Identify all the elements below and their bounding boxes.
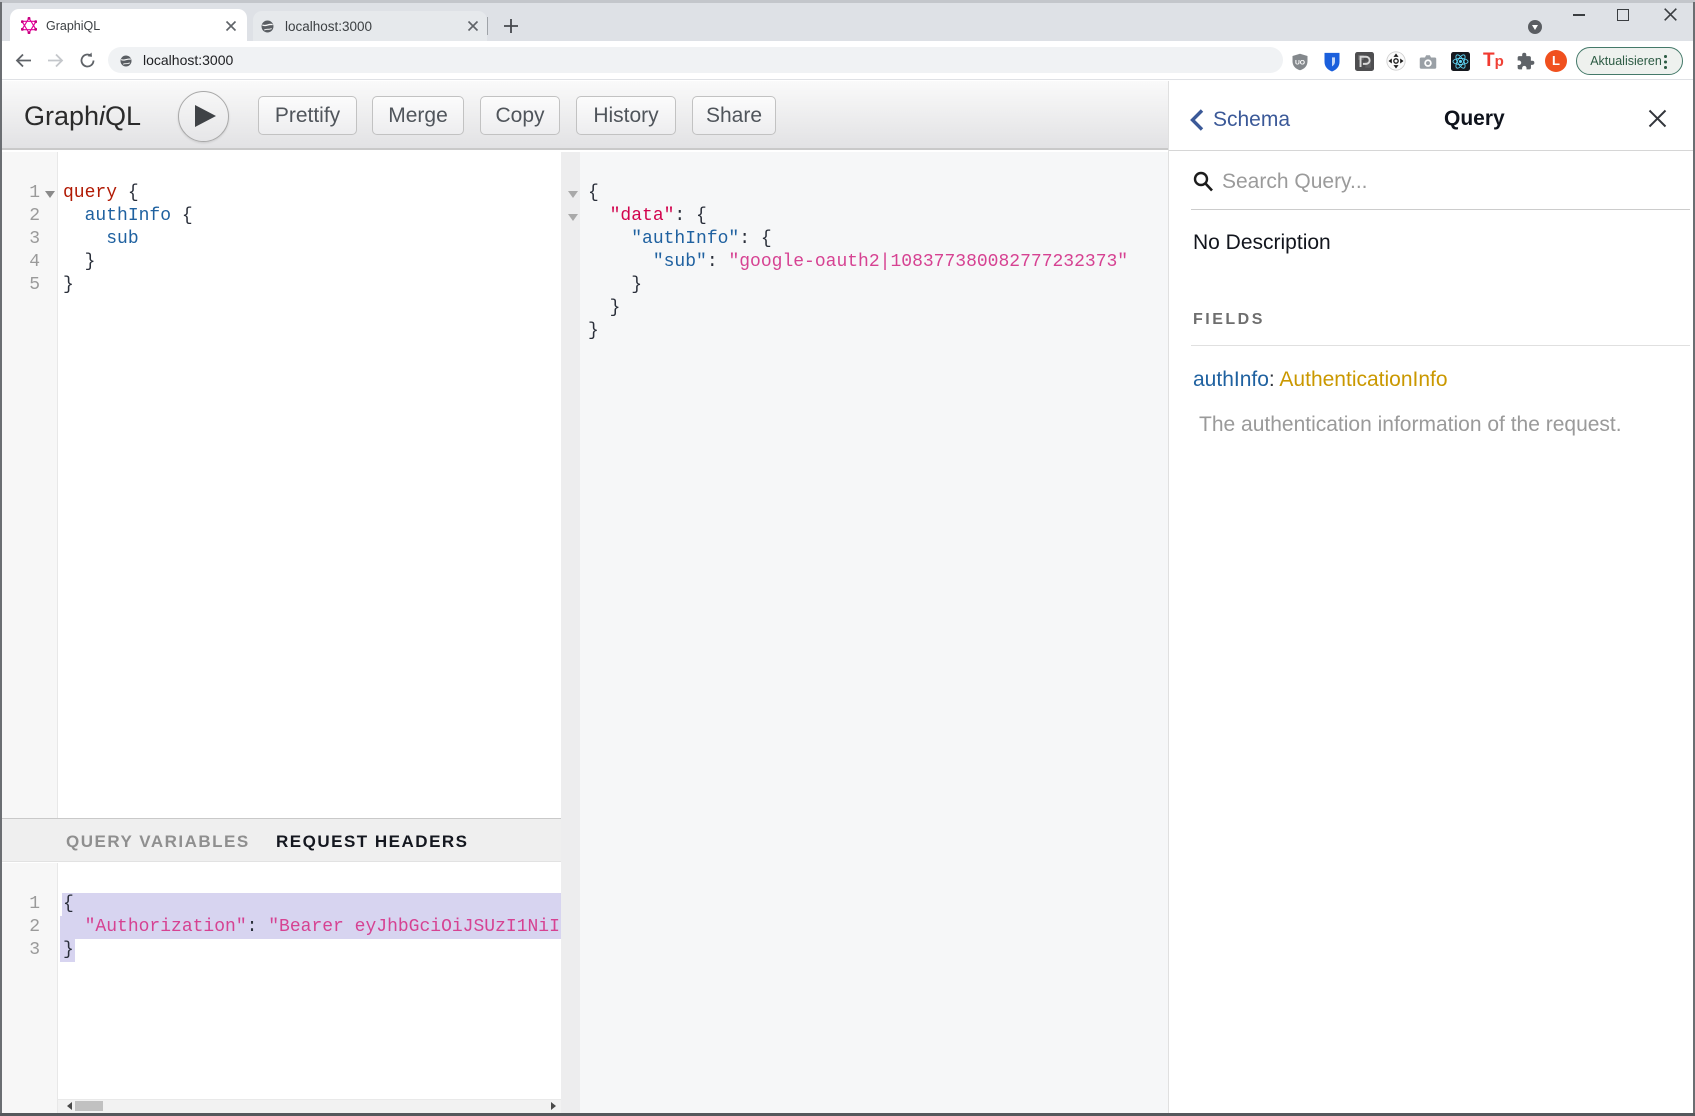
svg-text:UO: UO <box>1295 59 1305 66</box>
